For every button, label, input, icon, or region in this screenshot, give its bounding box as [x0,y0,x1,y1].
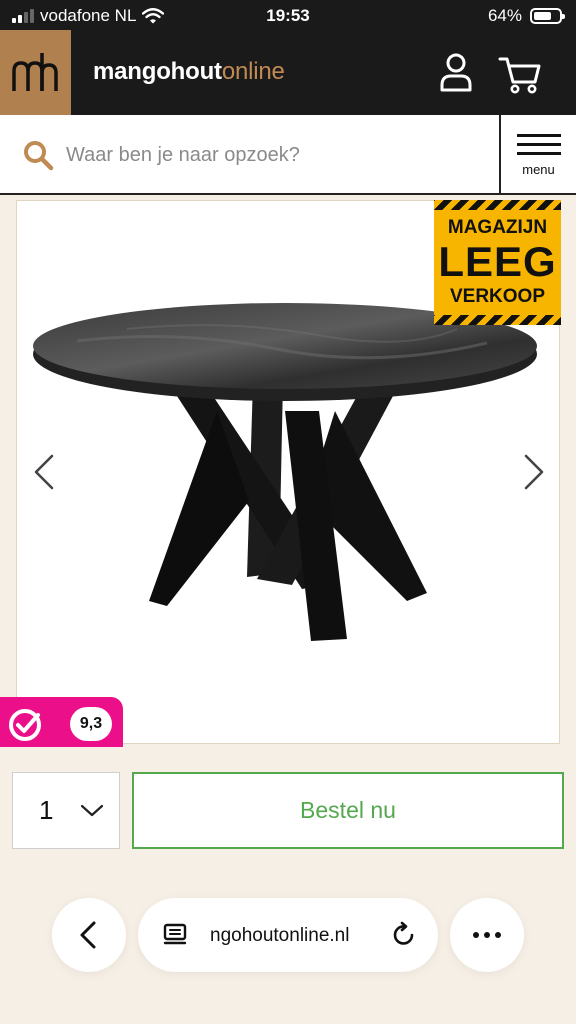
user-icon[interactable] [438,52,474,94]
badge-line2: LEEG [438,238,557,285]
chevron-down-icon [80,804,104,817]
search-bar: menu [0,115,576,195]
browser-back-button[interactable] [52,898,126,972]
tabs-icon [163,923,187,945]
battery-percent: 64% [487,6,522,25]
quantity-select[interactable]: 1 [12,772,120,849]
search-icon[interactable] [22,139,54,171]
hamburger-icon-bar [516,143,561,146]
quantity-value: 1 [39,795,54,825]
reload-icon[interactable] [390,921,418,949]
carousel-prev-icon[interactable] [26,452,66,492]
brand-name[interactable]: mangohoutonline [93,58,285,86]
status-bar: vodafone NL 19:53 64% [0,0,576,30]
review-score: 9,3 [70,707,112,741]
menu-label: menu [522,162,555,177]
hamburger-icon-bar [516,152,561,155]
status-right: 64% [487,6,565,26]
badge-stripe [434,200,561,210]
carousel-next-icon[interactable] [512,452,552,492]
badge-line3: VERKOOP [449,286,546,307]
cart-icon[interactable] [498,54,542,96]
site-header: mangohoutonline [0,30,576,115]
brand-accent: online [221,58,285,85]
badge-stripe [434,315,561,325]
search-input[interactable] [66,137,486,173]
brand-main: mangohout [93,58,222,85]
hamburger-icon-bar [516,134,561,137]
back-chevron-icon [80,921,96,949]
more-dot-icon [495,932,501,938]
review-check-icon [9,709,41,741]
sale-badge: MAGAZIJN LEEG VERKOOP [434,200,561,325]
mh-logo-icon [11,52,58,91]
browser-more-button[interactable] [450,898,524,972]
battery-icon [530,8,565,24]
menu-button[interactable]: menu [499,115,576,193]
url-text: ngohoutonline.nl [210,925,350,946]
more-dot-icon [473,932,479,938]
review-widget[interactable]: 9,3 [0,697,123,747]
more-dot-icon [484,932,490,938]
order-button[interactable]: Bestel nu [132,772,564,849]
browser-url-bar[interactable]: ngohoutonline.nl [138,898,438,972]
badge-line1: MAGAZIJN [447,217,548,238]
logo[interactable] [0,30,71,115]
